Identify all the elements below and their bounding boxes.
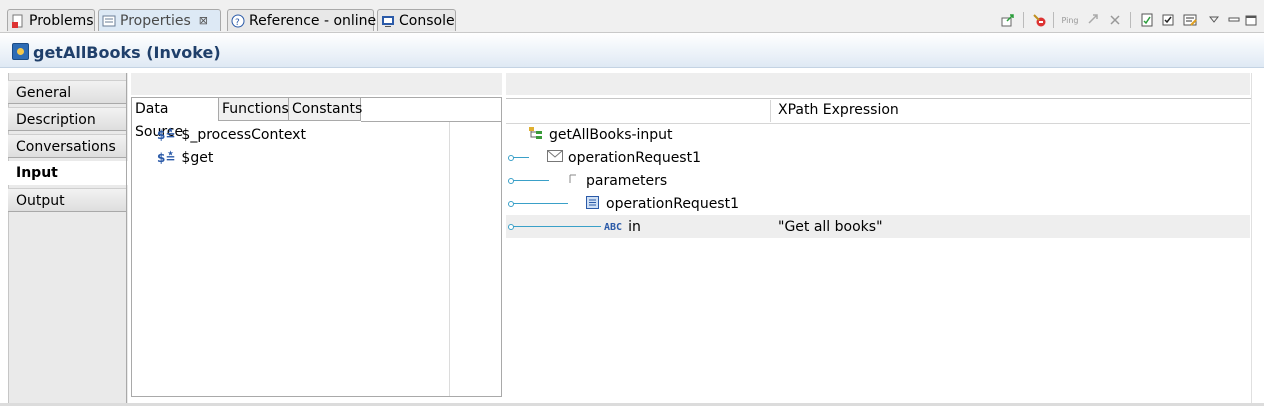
tab-label: Reference - online — [249, 12, 377, 29]
export-icon[interactable] — [1000, 11, 1016, 29]
tab-problems[interactable]: Problems — [7, 9, 95, 31]
stop-icon[interactable] — [1031, 11, 1047, 29]
schema-root-icon — [528, 126, 544, 144]
category-output[interactable]: Output — [8, 188, 126, 212]
column-separator — [770, 100, 771, 122]
tab-label: Console — [399, 12, 455, 29]
tab-reference-online[interactable]: ? Reference - online — [227, 9, 377, 31]
element-icon — [568, 173, 578, 189]
variable-icon: $≛ — [157, 128, 176, 142]
link-icon[interactable] — [1086, 11, 1102, 29]
toolbar-separator — [1053, 12, 1054, 28]
check-icon[interactable] — [1160, 11, 1176, 29]
close-all-icon[interactable] — [1107, 11, 1123, 29]
complex-type-icon — [586, 195, 599, 213]
node-label: operationRequest1 — [568, 150, 701, 166]
tree-node[interactable]: operationRequest1 — [586, 194, 739, 214]
variable-item[interactable]: $≛ $_processContext — [157, 125, 306, 145]
maximize-icon[interactable] — [1243, 11, 1259, 29]
tab-properties[interactable]: Properties ⊠ — [98, 9, 221, 31]
verify-icon[interactable] — [1139, 11, 1155, 29]
tab-label: Properties — [120, 12, 191, 29]
category-general[interactable]: General — [8, 80, 126, 104]
page-title: getAllBooks (Invoke) — [33, 43, 221, 62]
category-conversations[interactable]: Conversations — [8, 134, 126, 158]
tree-node[interactable]: operationRequest1 — [547, 148, 701, 168]
mapping-connector — [508, 201, 568, 207]
minimize-icon[interactable] — [1226, 11, 1242, 29]
variable-label: $get — [181, 150, 214, 166]
mapping-header — [506, 73, 1250, 95]
close-icon[interactable]: ⊠ — [199, 14, 208, 27]
tab-data-source[interactable]: Data Source — [132, 98, 219, 140]
category-divider — [126, 73, 127, 403]
node-label: getAllBooks-input — [549, 127, 673, 143]
node-label: parameters — [586, 173, 668, 189]
properties-icon — [102, 14, 116, 28]
variable-item[interactable]: $≛ $get — [157, 148, 213, 168]
invoke-activity-icon — [12, 43, 29, 60]
mapping-connector — [508, 155, 529, 161]
mapping-connector — [508, 178, 549, 184]
variable-icon: $≛ — [157, 151, 176, 165]
problems-icon — [11, 14, 25, 28]
console-icon — [381, 14, 395, 28]
node-label: operationRequest1 — [606, 196, 739, 212]
category-input[interactable]: Input — [8, 161, 128, 185]
string-type-icon: ABC — [604, 221, 623, 233]
tab-functions[interactable]: Functions — [219, 98, 289, 121]
xpath-column-header[interactable]: XPath Expression — [778, 102, 899, 118]
data-source-header — [131, 73, 502, 95]
toolbar-separator — [1023, 12, 1024, 28]
tab-label: Problems — [29, 12, 94, 29]
data-source-divider — [449, 122, 450, 396]
tab-console[interactable]: Console — [377, 9, 456, 31]
tree-node[interactable]: ABC in — [604, 217, 641, 237]
category-description[interactable]: Description — [8, 107, 126, 131]
tab-strip-line — [361, 121, 501, 122]
view-menu-icon[interactable] — [1206, 11, 1222, 29]
filter-icon[interactable] — [1182, 11, 1198, 29]
message-icon — [547, 150, 563, 166]
help-icon: ? — [231, 14, 245, 28]
tree-node[interactable]: getAllBooks-input — [528, 125, 673, 145]
tab-constants[interactable]: Constants — [289, 98, 362, 121]
toolbar-separator — [1130, 12, 1131, 28]
ping-icon[interactable]: Ping — [1060, 11, 1080, 29]
tree-node[interactable]: parameters — [568, 171, 667, 191]
node-label: in — [628, 219, 641, 235]
mapping-scroll-area — [1251, 73, 1264, 403]
variable-label: $_processContext — [181, 127, 306, 143]
svg-text:?: ? — [235, 18, 240, 28]
mapping-connector — [508, 224, 601, 230]
xpath-expression-value[interactable]: "Get all books" — [778, 219, 883, 235]
